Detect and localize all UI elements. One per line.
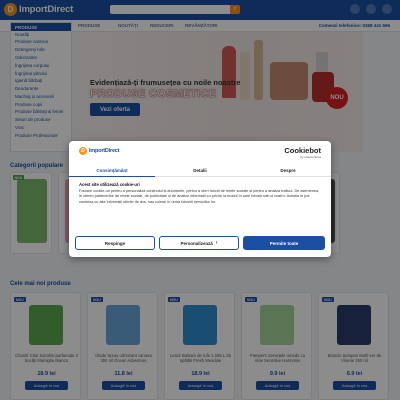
consent-text: Folosim cookie-uri pentru a personaliza …: [79, 189, 320, 204]
tab-about[interactable]: Despre: [245, 168, 331, 173]
tab-details[interactable]: Detalii: [157, 168, 243, 173]
chevron-right-icon: ›: [215, 240, 218, 246]
logo-text: ImportDirect: [89, 148, 120, 154]
cookiebot-sub: by Usercentrics: [300, 155, 321, 159]
customize-button[interactable]: Personalizează ›: [159, 236, 239, 250]
logo-icon: D: [79, 147, 87, 155]
cookie-consent-dialog: D ImportDirect Cookiebot by Usercentrics…: [69, 141, 331, 257]
dialog-logo: D ImportDirect: [79, 147, 120, 155]
allow-all-button[interactable]: Permite toate: [243, 236, 325, 250]
reject-button[interactable]: Respinge: [75, 236, 155, 250]
cookiebot-name: Cookiebot: [284, 146, 321, 155]
consent-heading: Acest site utilizează cookie-uri: [79, 182, 140, 187]
tab-consent[interactable]: Consimțământ: [69, 168, 155, 177]
consent-tabs: Consimțământ Detalii Despre: [69, 166, 331, 177]
cookiebot-logo[interactable]: Cookiebot by Usercentrics: [284, 146, 321, 159]
customize-label: Personalizează: [180, 240, 213, 246]
